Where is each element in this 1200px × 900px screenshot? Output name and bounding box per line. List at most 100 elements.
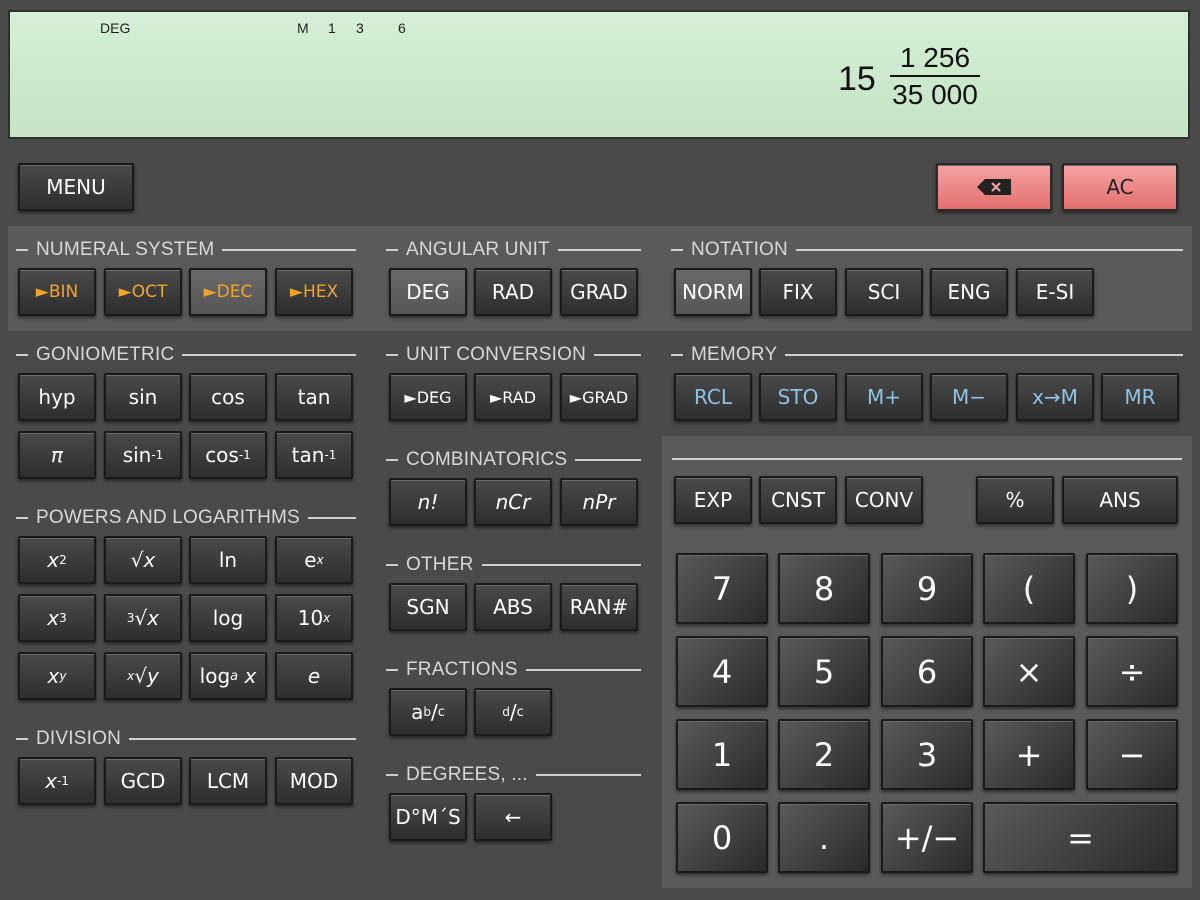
key-6[interactable]: 6 <box>881 636 973 707</box>
sci-notation-button[interactable]: SCI <box>845 268 923 316</box>
key-3[interactable]: 3 <box>881 719 973 790</box>
angular-unit-header: ANGULAR UNIT <box>386 239 641 260</box>
answer-button[interactable]: ANS <box>1062 476 1178 524</box>
backspace-button[interactable] <box>936 163 1052 211</box>
all-clear-button[interactable]: AC <box>1062 163 1178 211</box>
npr-button[interactable]: nPr <box>560 478 638 526</box>
constants-button[interactable]: CNST <box>759 476 837 524</box>
other-header: OTHER <box>386 554 641 575</box>
percent-button[interactable]: % <box>976 476 1054 524</box>
menu-button[interactable]: MENU <box>18 163 134 211</box>
key-2[interactable]: 2 <box>778 719 870 790</box>
memory-plus-button[interactable]: M+ <box>845 373 923 421</box>
key-7[interactable]: 7 <box>676 553 768 624</box>
multiply-button[interactable]: × <box>983 636 1075 707</box>
open-paren-button[interactable]: ( <box>983 553 1075 624</box>
fractions-header: FRACTIONS <box>386 659 641 680</box>
to-oct-button[interactable]: ►OCT <box>104 268 182 316</box>
euler-constant-button[interactable]: e <box>275 652 353 700</box>
deg-mode-button[interactable]: DEG <box>389 268 467 316</box>
division-header: DIVISION <box>16 728 356 749</box>
arccos-button[interactable]: cos -1 <box>189 431 267 479</box>
power-button[interactable]: xy <box>18 652 96 700</box>
to-dec-button[interactable]: ►DEC <box>189 268 267 316</box>
exp-power-button[interactable]: ex <box>275 536 353 584</box>
eng-notation-button[interactable]: ENG <box>930 268 1008 316</box>
negate-button[interactable]: +/− <box>881 802 973 873</box>
backspace-icon <box>977 179 1011 195</box>
to-hex-button[interactable]: ►HEX <box>275 268 353 316</box>
exp-button[interactable]: EXP <box>674 476 752 524</box>
absolute-button[interactable]: ABS <box>474 583 552 631</box>
arctan-button[interactable]: tan -1 <box>275 431 353 479</box>
ncr-button[interactable]: nCr <box>474 478 552 526</box>
key-0[interactable]: 0 <box>676 802 768 873</box>
nth-root-button[interactable]: x √ y <box>104 652 182 700</box>
cube-root-button[interactable]: 3 √ x <box>104 594 182 642</box>
norm-notation-button[interactable]: NORM <box>674 268 752 316</box>
gcd-button[interactable]: GCD <box>104 757 182 805</box>
log-base-button[interactable]: log a x <box>189 652 267 700</box>
result-numerator: 1 256 <box>899 42 971 73</box>
e-si-notation-button[interactable]: E-SI <box>1016 268 1094 316</box>
square-root-button[interactable]: √ x <box>104 536 182 584</box>
random-button[interactable]: RAN# <box>560 583 638 631</box>
convert-to-rad-button[interactable]: ►RAD <box>474 373 552 421</box>
rad-mode-button[interactable]: RAD <box>474 268 552 316</box>
divide-button[interactable]: ÷ <box>1086 636 1178 707</box>
key-5[interactable]: 5 <box>778 636 870 707</box>
notation-header: NOTATION <box>671 239 1183 260</box>
keypad-divider <box>672 458 1182 460</box>
natural-log-button[interactable]: ln <box>189 536 267 584</box>
memory-slot-6-indicator: 6 <box>398 20 406 36</box>
tan-button[interactable]: tan <box>275 373 353 421</box>
memory-read-button[interactable]: MR <box>1101 373 1179 421</box>
x-to-memory-button[interactable]: x→M <box>1016 373 1094 421</box>
convert-to-deg-button[interactable]: ►DEG <box>389 373 467 421</box>
reciprocal-button[interactable]: x -1 <box>18 757 96 805</box>
minus-button[interactable]: − <box>1086 719 1178 790</box>
improper-fraction-button[interactable]: d / c <box>474 688 552 736</box>
lcm-button[interactable]: LCM <box>189 757 267 805</box>
to-bin-button[interactable]: ►BIN <box>18 268 96 316</box>
key-9[interactable]: 9 <box>881 553 973 624</box>
equals-button[interactable]: = <box>983 802 1178 873</box>
cube-button[interactable]: x3 <box>18 594 96 642</box>
memory-header: MEMORY <box>671 344 1183 365</box>
factorial-button[interactable]: n! <box>389 478 467 526</box>
conversion-button[interactable]: CONV <box>845 476 923 524</box>
key-4[interactable]: 4 <box>676 636 768 707</box>
sign-button[interactable]: SGN <box>389 583 467 631</box>
recall-button[interactable]: RCL <box>674 373 752 421</box>
decimal-point-button[interactable]: . <box>778 802 870 873</box>
dms-button[interactable]: D°M´S <box>389 793 467 841</box>
key-8[interactable]: 8 <box>778 553 870 624</box>
pi-button[interactable]: π <box>18 431 96 479</box>
numeral-system-header: NUMERAL SYSTEM <box>16 239 356 260</box>
ten-power-button[interactable]: 10 x <box>275 594 353 642</box>
grad-mode-button[interactable]: GRAD <box>560 268 638 316</box>
convert-to-grad-button[interactable]: ►GRAD <box>560 373 638 421</box>
calculator-display: DEG M 1 3 6 15 1 256 35 000 <box>8 10 1190 139</box>
memory-slot-1-indicator: 1 <box>328 20 336 36</box>
modulo-button[interactable]: MOD <box>275 757 353 805</box>
goniometric-header: GONIOMETRIC <box>16 344 356 365</box>
mixed-fraction-button[interactable]: a b / c <box>389 688 467 736</box>
close-paren-button[interactable]: ) <box>1086 553 1178 624</box>
sin-button[interactable]: sin <box>104 373 182 421</box>
key-1[interactable]: 1 <box>676 719 768 790</box>
log10-button[interactable]: log <box>189 594 267 642</box>
hyp-button[interactable]: hyp <box>18 373 96 421</box>
cos-button[interactable]: cos <box>189 373 267 421</box>
fix-notation-button[interactable]: FIX <box>759 268 837 316</box>
fraction-bar <box>890 75 980 77</box>
angle-mode-indicator: DEG <box>100 20 131 36</box>
plus-button[interactable]: + <box>983 719 1075 790</box>
square-button[interactable]: x2 <box>18 536 96 584</box>
store-button[interactable]: STO <box>759 373 837 421</box>
memory-minus-button[interactable]: M− <box>930 373 1008 421</box>
memory-indicator: M <box>297 20 309 36</box>
memory-slot-3-indicator: 3 <box>356 20 364 36</box>
left-arrow-button[interactable]: ← <box>474 793 552 841</box>
arcsin-button[interactable]: sin -1 <box>104 431 182 479</box>
